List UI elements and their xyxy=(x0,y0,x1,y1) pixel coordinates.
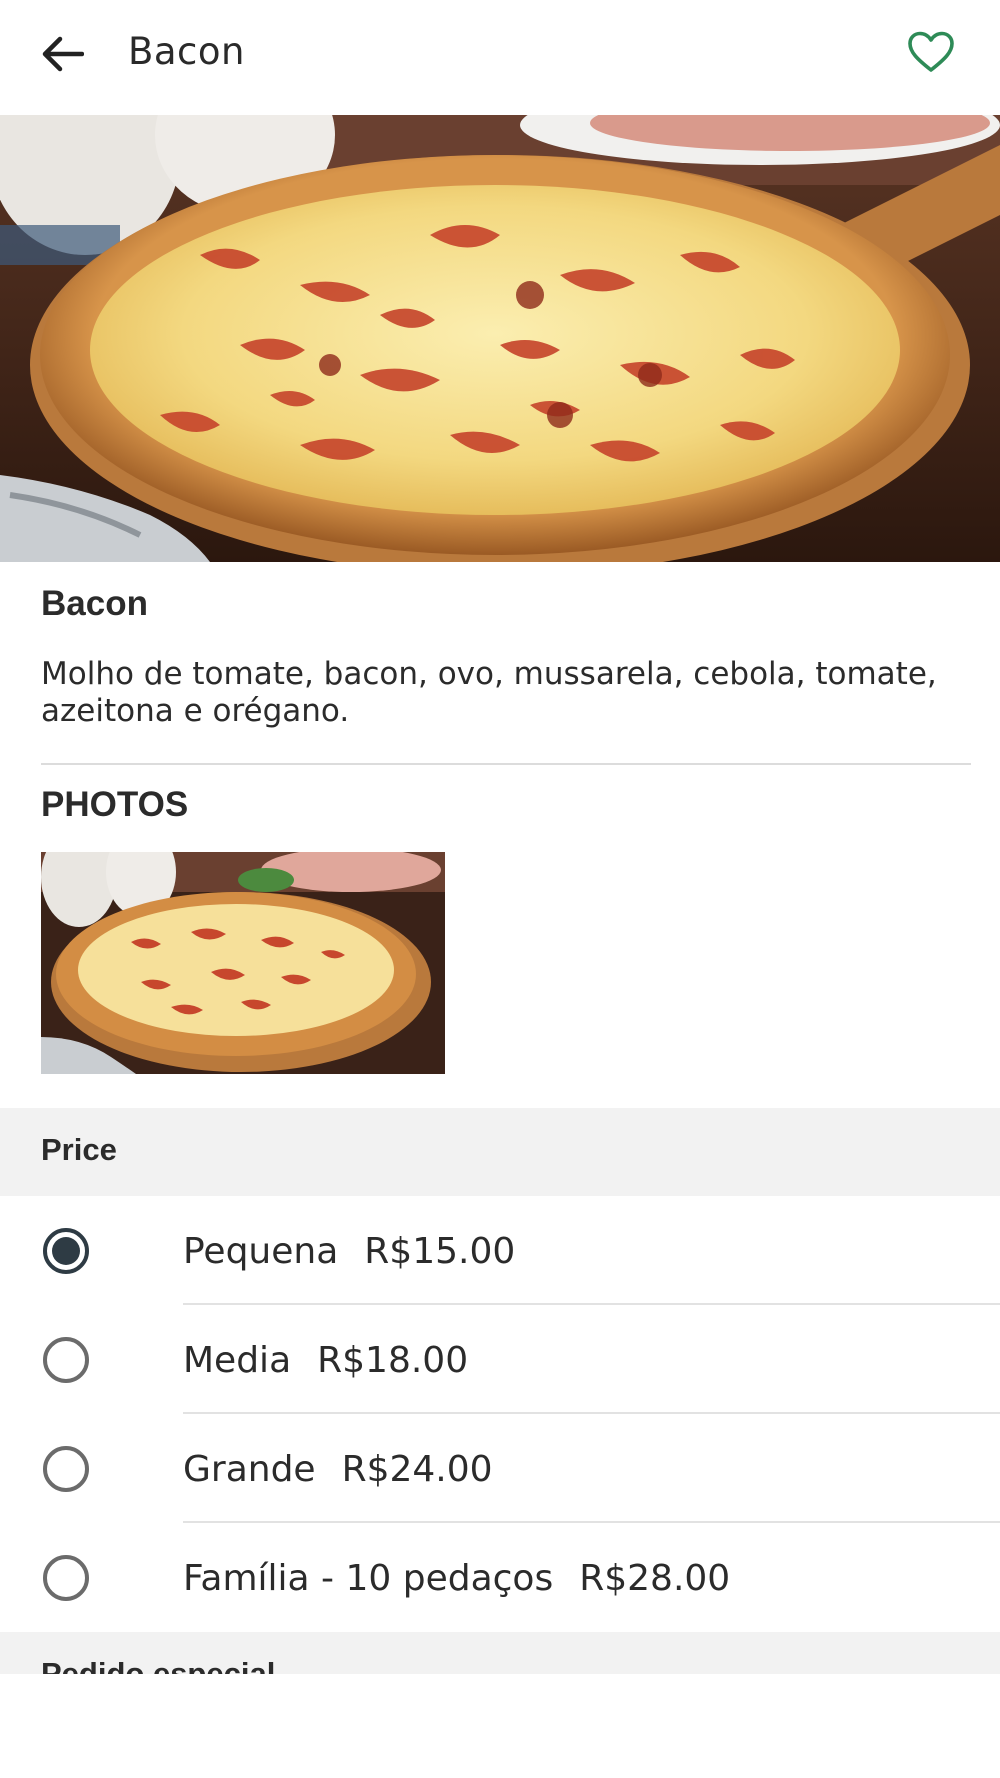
option-label: Pequena xyxy=(183,1231,339,1272)
favorite-button[interactable] xyxy=(896,20,966,84)
price-option-grande[interactable]: Grande R$24.00 xyxy=(0,1414,1000,1523)
price-option-familia[interactable]: Família - 10 pedaços R$28.00 xyxy=(0,1523,1000,1632)
price-heading: Price xyxy=(41,1132,117,1167)
radio-button[interactable] xyxy=(40,1446,92,1492)
special-request-section-header: Pedido especial xyxy=(0,1632,1000,1674)
radio-checked-icon xyxy=(43,1228,89,1274)
option-label: Media xyxy=(183,1340,292,1381)
photos-heading: PHOTOS xyxy=(41,785,189,824)
product-description: Molho de tomate, bacon, ovo, mussarela, … xyxy=(41,656,937,729)
photo-thumbnail[interactable] xyxy=(41,852,445,1074)
product-name: Bacon xyxy=(41,584,148,623)
radio-button[interactable] xyxy=(40,1555,92,1601)
back-button[interactable] xyxy=(30,22,94,86)
radio-button[interactable] xyxy=(40,1337,92,1383)
price-section-header: Price xyxy=(0,1108,1000,1196)
price-option-media[interactable]: Media R$18.00 xyxy=(0,1305,1000,1414)
heart-outline-icon xyxy=(908,31,954,72)
arrow-left-icon xyxy=(42,36,84,72)
bottom-blank-area xyxy=(0,1674,1000,1778)
product-detail-screen: Bacon Bacon Molho de tomate, bacon, ovo,… xyxy=(0,0,1000,1778)
option-price: R$28.00 xyxy=(579,1558,731,1599)
option-label: Grande xyxy=(183,1449,316,1490)
top-app-bar: Bacon xyxy=(0,0,1000,115)
price-option-pequena[interactable]: Pequena R$15.00 xyxy=(0,1196,1000,1305)
radio-unchecked-icon xyxy=(43,1446,89,1492)
special-request-heading: Pedido especial xyxy=(41,1656,276,1674)
radio-unchecked-icon xyxy=(43,1337,89,1383)
option-price: R$15.00 xyxy=(364,1231,516,1272)
divider xyxy=(41,763,971,765)
product-hero-image xyxy=(0,115,1000,562)
radio-button[interactable] xyxy=(40,1228,92,1274)
option-label: Família - 10 pedaços xyxy=(183,1558,554,1599)
page-title: Bacon xyxy=(128,30,245,73)
option-price: R$24.00 xyxy=(341,1449,493,1490)
radio-unchecked-icon xyxy=(43,1555,89,1601)
option-price: R$18.00 xyxy=(317,1340,469,1381)
